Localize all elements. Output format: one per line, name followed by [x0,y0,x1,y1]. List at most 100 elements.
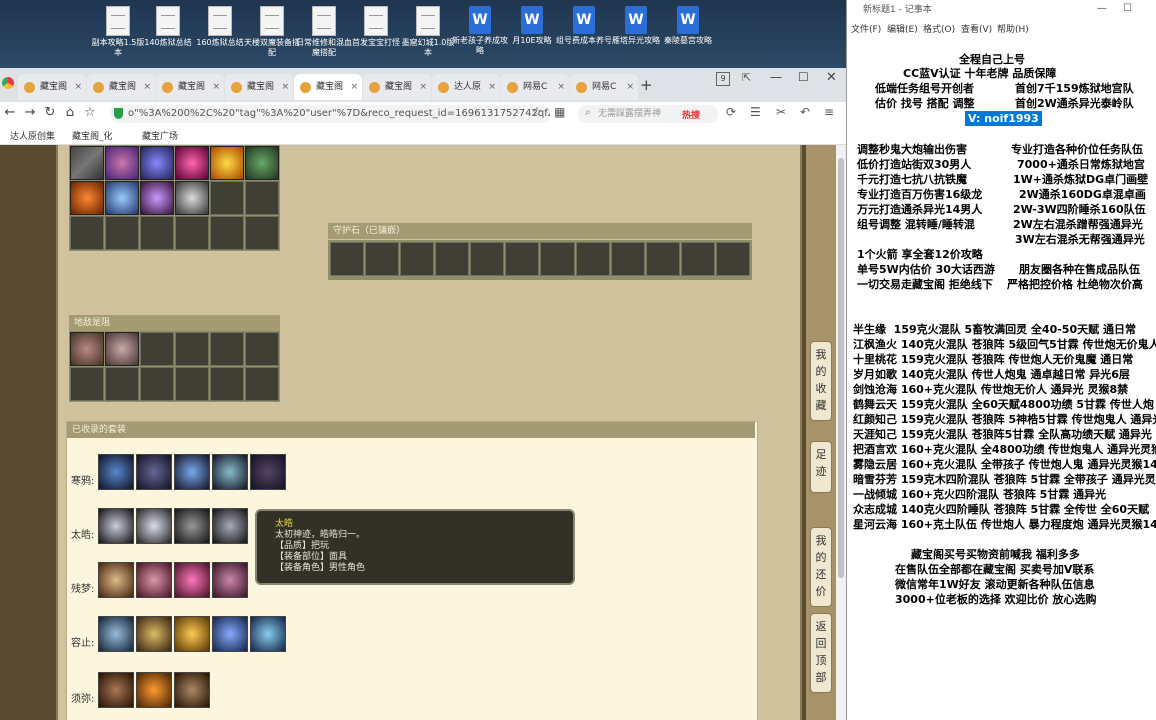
menu-help[interactable]: 帮助(H) [997,22,1029,35]
bookmark-star-icon[interactable]: ☆ [82,105,98,120]
set-item[interactable] [98,616,134,652]
tab-close-icon[interactable]: × [419,74,427,100]
tab-close-icon[interactable]: × [557,74,565,100]
ground-item[interactable] [70,332,104,366]
desktop-file-icon[interactable]: W 秦陵墓宫攻略 [660,6,716,46]
bookmark-item[interactable]: 藏宝阁_化 [72,129,113,142]
desktop-file-icon[interactable]: 140炼狱总结 [140,6,196,48]
set-item[interactable] [136,508,172,544]
menu-file[interactable]: 文件(F) [851,22,881,35]
tab-close-icon[interactable]: × [212,74,220,100]
bookmark-item[interactable]: 达人原创集 [10,129,55,142]
browser-tab[interactable]: 藏宝阁 × [363,74,431,100]
tab-count-badge[interactable]: 9 [716,72,730,86]
set-item[interactable] [98,454,134,490]
set-item[interactable] [98,672,134,708]
set-item[interactable] [250,454,286,490]
browser-tab[interactable]: 网易C × [570,74,638,100]
menu-format[interactable]: 格式(O) [923,22,955,35]
desktop-file-icon[interactable]: W 新老孩子养成攻略 [452,6,508,56]
inventory-item[interactable] [140,146,174,180]
desktop-file-icon[interactable]: W 组号费成本养号 [556,6,612,46]
menu-edit[interactable]: 编辑(E) [887,22,918,35]
tab-close-icon[interactable]: × [488,74,496,100]
reload-icon[interactable]: ↻ [42,105,58,120]
desktop-file-icon[interactable]: 墨窟幻城1.0版本 [400,6,456,58]
home-icon[interactable]: ⌂ [62,105,78,120]
set-item[interactable] [174,508,210,544]
set-item[interactable] [98,508,134,544]
hot-search-badge[interactable]: 热搜 [682,108,700,121]
browser-tab[interactable]: 达人原 × [432,74,500,100]
inventory-item[interactable] [70,181,104,215]
set-item[interactable] [174,616,210,652]
close-window-button[interactable]: ✕ [826,70,837,85]
desktop-file-icon[interactable]: W 月10E攻略 [504,6,560,46]
my-bargain-button[interactable]: 我的还价 [810,527,832,607]
new-tab-button[interactable]: + [640,76,653,94]
menu-view[interactable]: 查看(V) [961,22,992,35]
inventory-item[interactable] [70,146,104,180]
browser-tab[interactable]: 藏宝阁 × [18,74,86,100]
inventory-item[interactable] [105,181,139,215]
desktop-file-icon[interactable]: 日常维修和混血魔搭配 [296,6,352,58]
extensions-icon[interactable]: ▦ [554,105,565,119]
tab-close-icon[interactable]: × [74,74,82,100]
bookmark-page-icon[interactable]: ☆ [531,105,543,120]
scrollbar-thumb[interactable] [838,158,844,578]
forward-icon[interactable]: → [22,105,38,120]
ground-item[interactable] [105,332,139,366]
browser-tab[interactable]: 藏宝阁 × [156,74,224,100]
tab-close-icon[interactable]: × [626,74,634,100]
desktop-file-icon[interactable]: 天楼双魔装备搭配 [244,6,300,58]
set-item[interactable] [212,454,248,490]
browser-logo-icon[interactable] [2,77,14,89]
set-item[interactable] [212,562,248,598]
url-input[interactable]: o"%3A%200%2C%20"tag"%3A%20"user"%7D&reco… [110,105,550,123]
back-icon[interactable]: ← [2,105,18,120]
browser-tab[interactable]: 藏宝阁 × [294,74,362,100]
inventory-item[interactable] [175,181,209,215]
tab-close-icon[interactable]: × [350,74,358,100]
tab-close-icon[interactable]: × [143,74,151,100]
browser-tab[interactable]: 藏宝阁 × [87,74,155,100]
set-item[interactable] [212,616,248,652]
browser-tab[interactable]: 藏宝阁 × [225,74,293,100]
set-item[interactable] [212,508,248,544]
browser-tab[interactable]: 网易C × [501,74,569,100]
notepad-maximize[interactable]: ☐ [1123,3,1132,14]
refresh-icon[interactable]: ⟳ [726,105,736,119]
desktop-file-icon[interactable]: 副本攻略1.5版本 [90,6,146,58]
tab-close-icon[interactable]: × [281,74,289,100]
my-collection-button[interactable]: 我的收藏 [810,341,832,421]
set-item[interactable] [136,616,172,652]
desktop-file-icon[interactable]: W 雁塔异光攻略 [608,6,664,46]
desktop-file-icon[interactable]: 首发宝宝打怪 [348,6,404,48]
cut-icon[interactable]: ✂ [776,105,786,119]
set-item[interactable] [174,454,210,490]
bookmark-item[interactable]: 藏宝广场 [142,129,178,142]
undo-icon[interactable]: ↶ [800,105,810,119]
menu-icon[interactable]: ☰ [750,105,761,119]
set-item[interactable] [136,562,172,598]
inventory-item[interactable] [175,146,209,180]
notepad-minimize[interactable]: — [1097,3,1107,14]
back-to-top-button[interactable]: 返回顶部 [810,613,832,693]
pin-icon[interactable]: ⇱ [742,71,751,84]
set-item[interactable] [174,672,210,708]
footprints-button[interactable]: 足迹 [810,441,832,493]
inventory-item[interactable] [105,146,139,180]
inventory-item[interactable] [210,146,244,180]
set-item[interactable] [136,454,172,490]
notepad-text-area[interactable]: 全程自己上号 CC蓝V认证 十年老牌 品质保障 低端任务组号开创者 首创7千159炼狱… [847,44,1156,720]
desktop-file-icon[interactable]: 160炼狱总结 [192,6,248,48]
set-item[interactable] [98,562,134,598]
inventory-item[interactable] [245,146,279,180]
more-icon[interactable]: ≡ [824,105,834,119]
set-item[interactable] [250,616,286,652]
minimize-button[interactable]: — [770,70,782,84]
set-item[interactable] [174,562,210,598]
set-item[interactable] [136,672,172,708]
maximize-button[interactable]: ☐ [798,70,809,84]
inventory-item[interactable] [140,181,174,215]
